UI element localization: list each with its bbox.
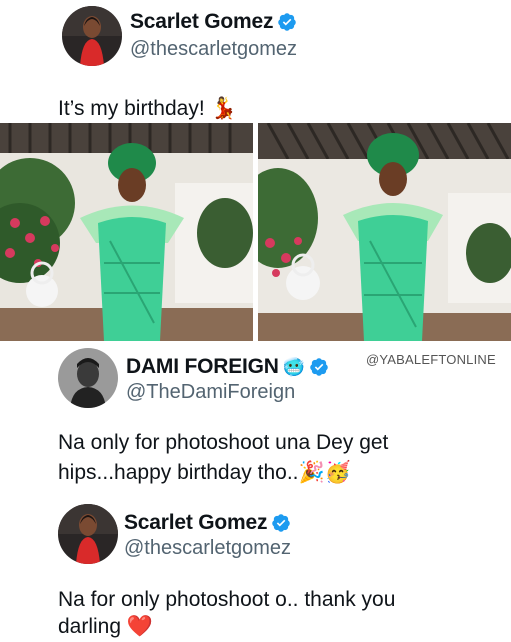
tweet2-display-name[interactable]: DAMI FOREIGN 🥶 <box>126 355 329 379</box>
tweet1-handle[interactable]: @thescarletgomez <box>130 38 297 61</box>
tweet-photo-2[interactable] <box>258 123 511 341</box>
tweet2-handle[interactable]: @TheDamiForeign <box>126 381 295 404</box>
tweet3-name-text[interactable]: Scarlet Gomez <box>124 511 267 535</box>
avatar-dami-foreign[interactable] <box>58 348 118 408</box>
cold-face-emoji-icon: 🥶 <box>282 356 305 377</box>
tweet2-text-line1: Na only for photoshoot una Dey get <box>58 431 389 454</box>
tweet3-text-line2: darling ❤️ <box>58 615 154 638</box>
tweet3-handle[interactable]: @thescarletgomez <box>124 537 291 560</box>
watermark: @YABALEFTONLINE <box>366 352 496 367</box>
avatar-scarlet-gomez-reply[interactable] <box>58 504 118 564</box>
tweet-photo-1[interactable] <box>0 123 253 341</box>
tweet2-text-line2: hips...happy birthday tho..🎉🥳 <box>58 461 351 484</box>
tweet1-name-text[interactable]: Scarlet Gomez <box>130 10 273 34</box>
avatar-scarlet-gomez[interactable] <box>62 6 122 66</box>
tweet1-text: It’s my birthday! 💃 <box>58 97 237 120</box>
verified-badge-icon <box>310 358 328 376</box>
tweet3-display-name[interactable]: Scarlet Gomez <box>124 511 291 535</box>
tweet3-text-line1: Na for only photoshoot o.. thank you <box>58 588 396 611</box>
verified-badge-icon <box>278 13 297 31</box>
verified-badge-icon <box>272 514 291 532</box>
tweet1-display-name[interactable]: Scarlet Gomez <box>130 10 297 34</box>
tweet2-name-text[interactable]: DAMI FOREIGN <box>126 355 279 379</box>
